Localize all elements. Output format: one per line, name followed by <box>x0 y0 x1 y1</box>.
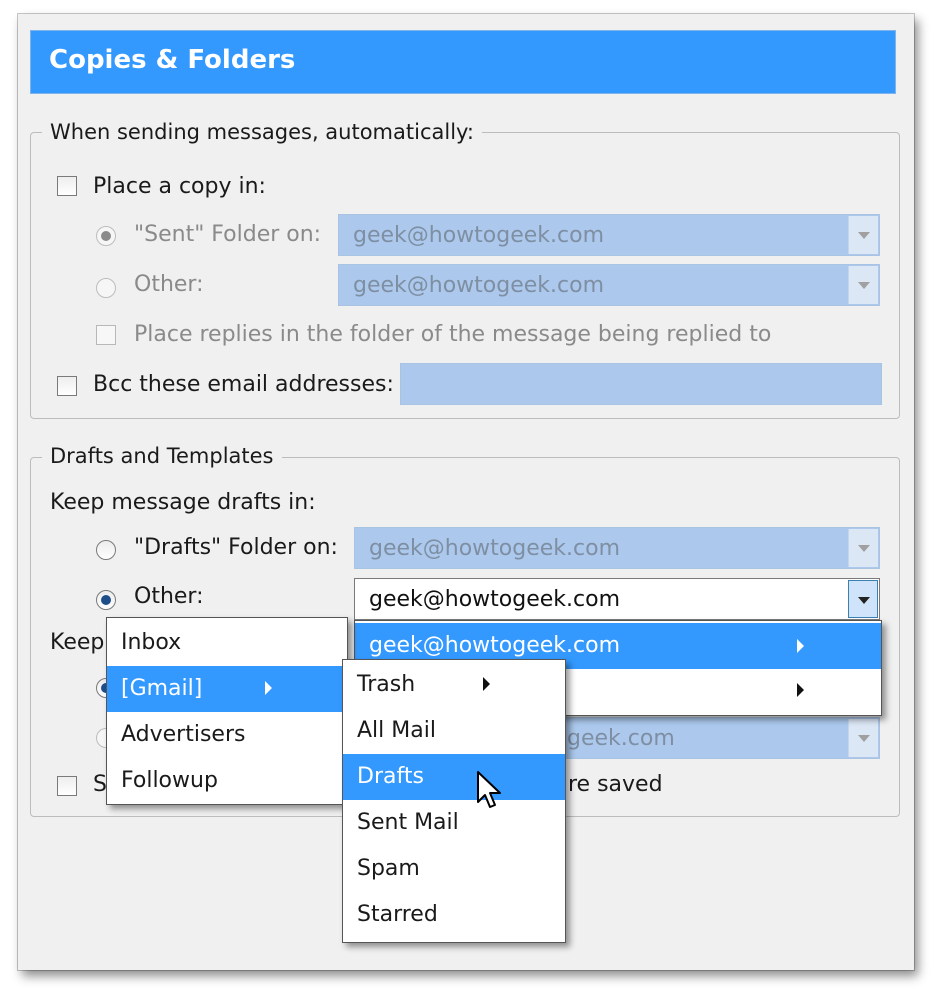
sent-folder-select[interactable]: geek@howtogeek.com <box>338 214 880 256</box>
triangle-right-icon <box>265 681 272 695</box>
gmail-item-starred[interactable]: Starred <box>343 892 565 938</box>
show-confirm-label-start: S <box>93 772 107 797</box>
gmail-item-drafts[interactable]: Drafts <box>343 754 565 800</box>
folder-item-advertisers[interactable]: Advertisers <box>107 712 347 758</box>
drafts-other-value: geek@howtogeek.com <box>369 587 621 612</box>
keep-templates-label: Keep <box>50 630 105 655</box>
folder-item-gmail[interactable]: [Gmail] <box>107 666 347 712</box>
place-replies-label: Place replies in the folder of the messa… <box>134 322 772 347</box>
sent-other-value: geek@howtogeek.com <box>353 273 605 298</box>
folder-submenu: Inbox [Gmail] Advertisers Followup <box>106 617 348 805</box>
place-copy-checkbox[interactable] <box>57 176 77 196</box>
place-replies-checkbox[interactable] <box>96 325 116 345</box>
chevron-down-icon[interactable] <box>848 719 878 757</box>
gmail-item-all-mail[interactable]: All Mail <box>343 708 565 754</box>
sending-legend: When sending messages, automatically: <box>42 120 483 144</box>
chevron-down-icon[interactable] <box>848 266 878 304</box>
gmail-item-trash[interactable]: Trash <box>343 662 565 708</box>
bcc-input[interactable] <box>400 363 882 405</box>
keep-drafts-label: Keep message drafts in: <box>50 490 316 515</box>
drafts-folder-select[interactable]: geek@howtogeek.com <box>354 527 880 569</box>
sent-other-radio[interactable] <box>96 278 116 298</box>
show-confirm-checkbox[interactable] <box>57 776 77 796</box>
triangle-right-icon <box>797 639 804 653</box>
drafts-other-select[interactable]: geek@howtogeek.com <box>354 578 880 620</box>
gmail-submenu: Trash All Mail Drafts Sent Mail Spam Sta… <box>342 659 566 943</box>
page-title-bar: Copies & Folders <box>30 30 896 94</box>
drafts-folder-radio[interactable] <box>96 540 116 560</box>
chevron-down-icon[interactable] <box>848 529 878 567</box>
sent-other-select[interactable]: geek@howtogeek.com <box>338 264 880 306</box>
gmail-item-spam[interactable]: Spam <box>343 846 565 892</box>
drafts-legend: Drafts and Templates <box>42 444 282 468</box>
drafts-other-label: Other: <box>134 584 204 609</box>
bcc-checkbox[interactable] <box>57 376 77 396</box>
drafts-other-radio[interactable] <box>96 590 116 610</box>
triangle-right-icon <box>797 683 804 697</box>
place-copy-label: Place a copy in: <box>93 174 266 199</box>
sent-folder-label: "Sent" Folder on: <box>134 222 322 247</box>
templates-other-value: geek.com <box>567 726 675 751</box>
page-title: Copies & Folders <box>49 45 296 75</box>
arrow-cursor-icon <box>477 771 501 808</box>
chevron-down-icon[interactable] <box>848 216 878 254</box>
sent-folder-value: geek@howtogeek.com <box>353 223 605 248</box>
folder-item-inbox[interactable]: Inbox <box>107 620 347 666</box>
drafts-folder-value: geek@howtogeek.com <box>369 536 621 561</box>
triangle-right-icon <box>483 677 490 691</box>
drafts-folder-label: "Drafts" Folder on: <box>134 535 338 560</box>
sent-folder-radio[interactable] <box>96 226 116 246</box>
show-confirm-label-end: re saved <box>568 772 663 797</box>
gmail-item-sent-mail[interactable]: Sent Mail <box>343 800 565 846</box>
chevron-down-icon[interactable] <box>848 580 878 618</box>
bcc-label: Bcc these email addresses: <box>93 372 394 397</box>
folder-item-followup[interactable]: Followup <box>107 758 347 804</box>
sent-other-label: Other: <box>134 272 204 297</box>
